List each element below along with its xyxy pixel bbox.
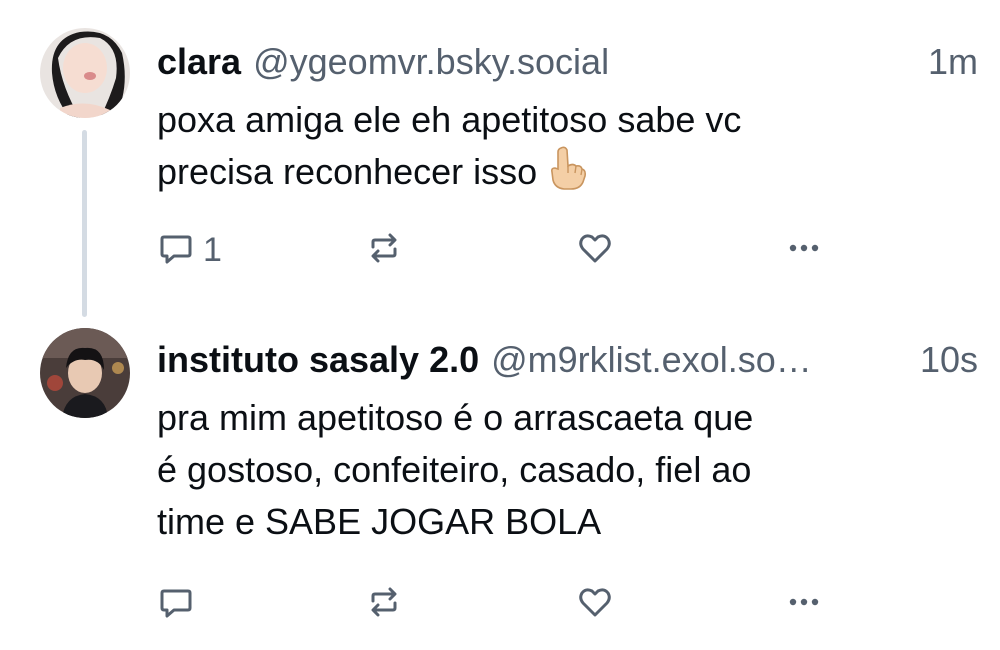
more-button[interactable] <box>785 584 823 624</box>
more-button[interactable] <box>785 230 823 270</box>
repost-icon <box>365 229 403 272</box>
like-icon <box>576 583 614 626</box>
author-handle[interactable]: @ygeomvr.bsky.social <box>253 40 920 84</box>
author-name[interactable]: clara <box>157 40 241 84</box>
like-icon <box>576 229 614 272</box>
post-header: instituto sasaly 2.0 @m9rklist.exol.so… … <box>157 338 978 382</box>
post-time[interactable]: 10s <box>920 338 978 382</box>
reply-icon <box>157 583 195 626</box>
avatar[interactable] <box>40 328 130 418</box>
more-icon <box>785 229 823 272</box>
author-handle[interactable]: @m9rklist.exol.so… <box>491 338 912 382</box>
post-text-line: precisa reconhecer isso <box>157 151 538 192</box>
post-text: poxa amiga ele eh apetitoso sabe vc prec… <box>157 94 957 198</box>
repost-icon <box>365 583 403 626</box>
like-button[interactable] <box>576 584 614 624</box>
post-time[interactable]: 1m <box>928 40 978 84</box>
thread-line <box>82 130 87 317</box>
post-text-line-2: precisa reconhecer isso <box>157 146 957 198</box>
like-button[interactable] <box>576 230 614 270</box>
post-text-line: time e SABE JOGAR BOLA <box>157 501 602 542</box>
post-text-line: é gostoso, confeiteiro, casado, fiel ao <box>157 449 752 490</box>
reply-button[interactable] <box>157 584 203 624</box>
post-actions: 1 <box>157 230 857 270</box>
more-icon <box>785 583 823 626</box>
post-text: pra mim apetitoso é o arrascaeta que é g… <box>157 392 957 548</box>
post-actions <box>157 584 857 624</box>
avatar[interactable] <box>40 28 130 118</box>
reply-button[interactable]: 1 <box>157 230 222 270</box>
reply-count: 1 <box>203 230 222 269</box>
reply-icon <box>157 229 195 272</box>
post-text-line: poxa amiga ele eh apetitoso sabe vc <box>157 99 742 140</box>
repost-button[interactable] <box>365 584 403 624</box>
pointing-up-hand-emoji <box>547 146 587 190</box>
post-2[interactable]: instituto sasaly 2.0 @m9rklist.exol.so… … <box>0 310 1000 650</box>
repost-button[interactable] <box>365 230 403 270</box>
author-name[interactable]: instituto sasaly 2.0 <box>157 338 479 382</box>
post-header: clara @ygeomvr.bsky.social 1m <box>157 40 978 84</box>
post-text-line: pra mim apetitoso é o arrascaeta que <box>157 397 754 438</box>
post-1[interactable]: clara @ygeomvr.bsky.social 1m poxa amiga… <box>0 0 1000 317</box>
